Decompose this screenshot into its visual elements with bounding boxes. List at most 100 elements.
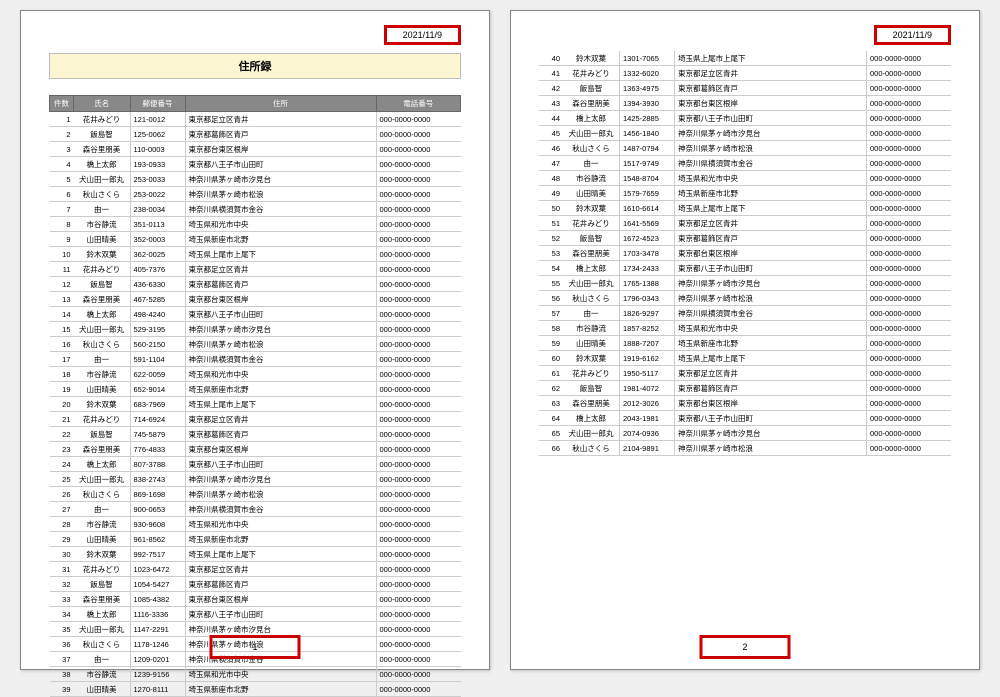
cell-phone: 000-0000-0000 (376, 577, 461, 592)
cell-name: 山田晴美 (74, 532, 131, 547)
table-row: 24橋上太郎807-3788東京都八王子市山田町000-0000-0000 (50, 457, 461, 472)
table-row: 2飯島智125-0062東京都葛飾区青戸000-0000-0000 (50, 127, 461, 142)
cell-addr: 東京都葛飾区青戸 (185, 577, 376, 592)
cell-addr: 東京都台東区根岸 (675, 396, 867, 411)
cell-zip: 1023-6472 (130, 562, 185, 577)
cell-addr: 神奈川県茅ヶ崎市汐見台 (185, 472, 376, 487)
cell-zip: 253-0022 (130, 187, 185, 202)
cell-name: 市谷静流 (74, 517, 131, 532)
cell-no: 50 (539, 201, 563, 216)
cell-no: 48 (539, 171, 563, 186)
cell-no: 5 (50, 172, 74, 187)
cell-name: 秋山さくら (563, 441, 620, 456)
table-row: 16秋山さくら560-2150神奈川県茅ヶ崎市松浪000-0000-0000 (50, 337, 461, 352)
cell-addr: 東京都足立区青井 (185, 412, 376, 427)
cell-no: 2 (50, 127, 74, 142)
cell-phone: 000-0000-0000 (376, 562, 461, 577)
table-row: 65犬山田一郎丸2074-0936神奈川県茅ヶ崎市汐見台000-0000-000… (539, 426, 951, 441)
cell-no: 34 (50, 607, 74, 622)
cell-name: 由一 (74, 502, 131, 517)
cell-phone: 000-0000-0000 (867, 186, 952, 201)
col-zip: 郵便番号 (130, 96, 185, 112)
cell-no: 45 (539, 126, 563, 141)
cell-no: 55 (539, 276, 563, 291)
cell-no: 63 (539, 396, 563, 411)
page-date-highlight: 2021/11/9 (874, 25, 951, 45)
cell-zip: 1765-1388 (620, 276, 675, 291)
cell-phone: 000-0000-0000 (376, 337, 461, 352)
cell-no: 39 (50, 682, 74, 697)
cell-name: 森谷里朋美 (74, 442, 131, 457)
cell-no: 7 (50, 202, 74, 217)
cell-addr: 神奈川県横須賀市金谷 (185, 352, 376, 367)
cell-phone: 000-0000-0000 (867, 156, 952, 171)
cell-phone: 000-0000-0000 (376, 547, 461, 562)
cell-name: 犬山田一郎丸 (563, 426, 620, 441)
cell-addr: 神奈川県茅ヶ崎市松浪 (185, 187, 376, 202)
cell-name: 飯島智 (563, 81, 620, 96)
cell-no: 14 (50, 307, 74, 322)
cell-addr: 神奈川県茅ヶ崎市松浪 (675, 291, 867, 306)
table-row: 48市谷静流1548-8704埼玉県和光市中央000-0000-0000 (539, 171, 951, 186)
cell-addr: 東京都葛飾区青戸 (675, 381, 867, 396)
table-row: 25犬山田一郎丸838-2743神奈川県茅ヶ崎市汐見台000-0000-0000 (50, 472, 461, 487)
cell-phone: 000-0000-0000 (376, 232, 461, 247)
cell-zip: 1425-2885 (620, 111, 675, 126)
cell-name: 犬山田一郎丸 (74, 622, 131, 637)
cell-zip: 1147-2291 (130, 622, 185, 637)
cell-zip: 900-0653 (130, 502, 185, 517)
cell-zip: 961-8562 (130, 532, 185, 547)
cell-no: 47 (539, 156, 563, 171)
table-row: 54橋上太郎1734-2433東京都八王子市山田町000-0000-0000 (539, 261, 951, 276)
table-row: 66秋山さくら2104-9891神奈川県茅ヶ崎市松浪000-0000-0000 (539, 441, 951, 456)
table-row: 27由一900-0653神奈川県横須賀市金谷000-0000-0000 (50, 502, 461, 517)
cell-phone: 000-0000-0000 (867, 306, 952, 321)
cell-zip: 1919-6162 (620, 351, 675, 366)
cell-phone: 000-0000-0000 (376, 247, 461, 262)
cell-name: 秋山さくら (74, 637, 131, 652)
cell-no: 11 (50, 262, 74, 277)
cell-phone: 000-0000-0000 (376, 262, 461, 277)
table-row: 45犬山田一郎丸1456-1840神奈川県茅ヶ崎市汐見台000-0000-000… (539, 126, 951, 141)
cell-name: 由一 (563, 156, 620, 171)
table-row: 55犬山田一郎丸1765-1388神奈川県茅ヶ崎市汐見台000-0000-000… (539, 276, 951, 291)
cell-name: 鈴木双葉 (74, 247, 131, 262)
cell-addr: 埼玉県和光市中央 (675, 321, 867, 336)
cell-addr: 埼玉県和光市中央 (185, 367, 376, 382)
cell-no: 37 (50, 652, 74, 667)
table-row: 49山田晴美1579-7659埼玉県新座市北野000-0000-0000 (539, 186, 951, 201)
cell-no: 28 (50, 517, 74, 532)
cell-zip: 1085-4382 (130, 592, 185, 607)
cell-phone: 000-0000-0000 (376, 622, 461, 637)
cell-phone: 000-0000-0000 (376, 592, 461, 607)
table-row: 60鈴木双葉1919-6162埼玉県上尾市上尾下000-0000-0000 (539, 351, 951, 366)
cell-phone: 000-0000-0000 (867, 336, 952, 351)
cell-no: 18 (50, 367, 74, 382)
table-row: 41花井みどり1332-6020東京都足立区青井000-0000-0000 (539, 66, 951, 81)
cell-addr: 東京都八王子市山田町 (675, 411, 867, 426)
cell-zip: 238-0034 (130, 202, 185, 217)
cell-addr: 東京都台東区根岸 (675, 246, 867, 261)
cell-addr: 東京都八王子市山田町 (185, 607, 376, 622)
cell-no: 6 (50, 187, 74, 202)
cell-addr: 東京都足立区青井 (675, 216, 867, 231)
address-table-2: 40鈴木双葉1301-7065埼玉県上尾市上尾下000-0000-000041花… (539, 51, 951, 456)
table-row: 50鈴木双葉1610-6614埼玉県上尾市上尾下000-0000-0000 (539, 201, 951, 216)
cell-zip: 405-7376 (130, 262, 185, 277)
table-row: 8市谷静流351-0113埼玉県和光市中央000-0000-0000 (50, 217, 461, 232)
cell-zip: 352-0003 (130, 232, 185, 247)
cell-addr: 東京都八王子市山田町 (185, 157, 376, 172)
table-row: 19山田晴美652-9014埼玉県新座市北野000-0000-0000 (50, 382, 461, 397)
cell-name: 飯島智 (74, 127, 131, 142)
cell-no: 38 (50, 667, 74, 682)
cell-addr: 埼玉県上尾市上尾下 (185, 547, 376, 562)
cell-addr: 東京都葛飾区青戸 (185, 127, 376, 142)
cell-no: 27 (50, 502, 74, 517)
cell-name: 市谷静流 (74, 667, 131, 682)
cell-no: 20 (50, 397, 74, 412)
cell-name: 市谷静流 (74, 367, 131, 382)
cell-phone: 000-0000-0000 (376, 112, 461, 127)
cell-name: 花井みどり (74, 112, 131, 127)
cell-name: 鈴木双葉 (563, 201, 620, 216)
cell-addr: 神奈川県茅ヶ崎市汐見台 (675, 126, 867, 141)
